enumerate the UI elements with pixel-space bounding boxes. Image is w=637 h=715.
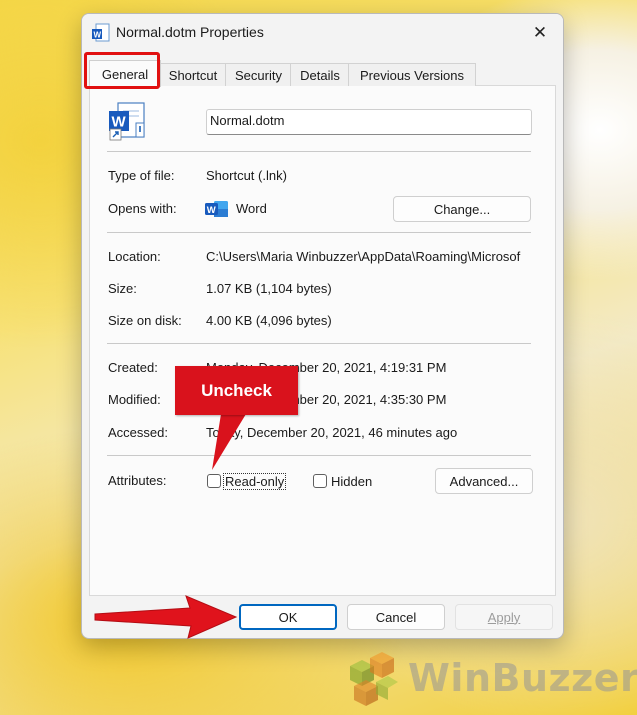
general-tab-panel [89,85,556,596]
svg-text:W: W [207,205,216,216]
tab-shortcut[interactable]: Shortcut [159,63,227,86]
window-title: Normal.dotm Properties [116,24,264,40]
tab-previous-versions-label: Previous Versions [359,67,465,83]
winbuzzer-watermark: WinBuzzer [340,652,637,708]
uncheck-callout: Uncheck [175,366,298,415]
modified-label: Modified: [108,392,161,407]
size-value: 1.07 KB (1,104 bytes) [206,281,332,296]
created-label: Created: [108,360,158,375]
advanced-button[interactable]: Advanced... [435,468,533,494]
tab-shortcut-label: Shortcut [168,67,218,83]
svg-text:W: W [94,31,102,40]
cancel-button[interactable]: Cancel [347,604,445,630]
ok-button-label: OK [278,609,298,625]
accessed-value: Today, December 20, 2021, 46 minutes ago [206,425,458,440]
advanced-button-label: Advanced... [449,473,519,489]
read-only-checkbox[interactable] [207,474,221,488]
word-template-shortcut-icon: W [109,102,145,141]
location-label: Location: [108,249,161,264]
callout-text: Uncheck [201,380,272,400]
general-tab-highlight [84,52,160,89]
watermark-text: WinBuzzer [408,656,637,700]
separator [107,343,531,344]
tab-details-label: Details [300,67,340,83]
read-only-label[interactable]: Read-only [222,473,287,490]
apply-button[interactable]: Apply [455,604,553,630]
accessed-label: Accessed: [108,425,168,440]
tab-details[interactable]: Details [290,63,350,86]
size-label: Size: [108,281,137,296]
title-bar[interactable]: W Normal.dotm Properties ✕ [82,14,563,52]
type-of-file-value: Shortcut (.lnk) [206,168,287,183]
tab-previous-versions[interactable]: Previous Versions [348,63,476,86]
opens-with-value: Word [236,201,267,216]
word-template-icon: W [92,23,110,42]
hidden-checkbox[interactable] [313,474,327,488]
word-icon: W [205,201,228,217]
separator [107,151,531,152]
size-on-disk-value: 4.00 KB (4,096 bytes) [206,313,332,328]
winbuzzer-logo-icon [350,652,398,706]
size-on-disk-label: Size on disk: [108,313,182,328]
svg-text:W: W [112,114,127,131]
change-button[interactable]: Change... [393,196,531,222]
file-name-input[interactable]: Normal.dotm [206,109,532,135]
tab-security-label: Security [235,67,282,83]
cancel-button-label: Cancel [375,609,417,625]
separator [107,232,531,233]
change-button-label: Change... [433,201,491,217]
ok-button[interactable]: OK [239,604,337,630]
close-button[interactable]: ✕ [517,14,563,52]
opens-with-label: Opens with: [108,201,177,216]
type-of-file-label: Type of file: [108,168,175,183]
apply-button-label: Apply [487,609,521,625]
close-icon: ✕ [532,23,548,42]
location-value: C:\Users\Maria Winbuzzer\AppData\Roaming… [206,249,521,264]
tab-security[interactable]: Security [225,63,292,86]
attributes-label: Attributes: [108,473,167,488]
hidden-label[interactable]: Hidden [331,474,372,489]
separator [107,455,531,456]
